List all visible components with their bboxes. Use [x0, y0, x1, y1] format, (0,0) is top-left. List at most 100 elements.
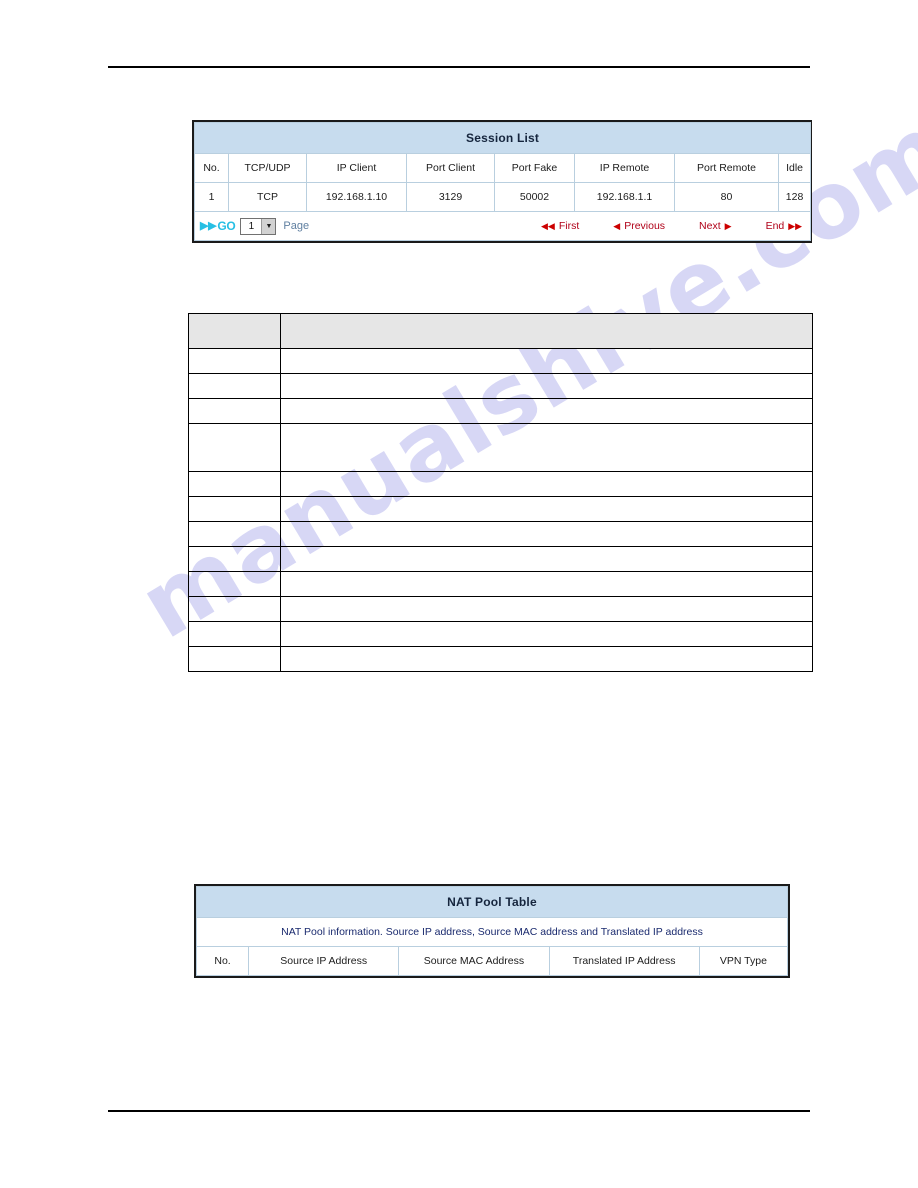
triangle-right-icon: ▶: [724, 220, 732, 231]
spec-description: [280, 546, 813, 572]
go-button[interactable]: ▶▶ GO: [200, 219, 236, 233]
session-list-table: Session List No. TCP/UDP IP Client Port …: [193, 122, 812, 241]
pager: ▶▶ GO 1 ▼ Page ◀◀ First ◀ Previous Next …: [196, 213, 810, 240]
page-label: Page: [283, 220, 310, 232]
nat-pool-title: NAT Pool Table: [196, 886, 788, 918]
column-header-translated-ip-address: Translated IP Address: [548, 946, 700, 976]
cell-port-client: 3129: [406, 182, 495, 212]
nat-pool-table-panel: NAT Pool Table NAT Pool information. Sou…: [194, 884, 790, 978]
double-arrow-right-icon: ▶▶: [200, 219, 217, 232]
column-header-port-remote: Port Remote: [674, 153, 779, 183]
pager-left-group: ▶▶ GO 1 ▼ Page: [200, 217, 310, 235]
spec-description: [280, 423, 813, 472]
table-row: [188, 373, 813, 399]
table-row: [188, 621, 813, 647]
spec-term: [188, 596, 281, 622]
skip-to-end-icon: ▶▶: [788, 220, 803, 231]
session-list-title-row: Session List: [193, 122, 812, 154]
column-header-source-mac-address: Source MAC Address: [398, 946, 550, 976]
spec-description: [280, 521, 813, 547]
table-row: [188, 596, 813, 622]
table-row: [188, 348, 813, 374]
spec-term: [188, 571, 281, 597]
spec-term: [188, 373, 281, 399]
table-row: [188, 471, 813, 497]
end-page-link[interactable]: End ▶▶: [766, 219, 803, 233]
session-list-header-row: No. TCP/UDP IP Client Port Client Port F…: [194, 153, 812, 183]
table-row: [188, 423, 813, 472]
cell-idle: 128: [777, 182, 812, 212]
page-select[interactable]: 1 ▼: [240, 217, 277, 235]
cell-port-fake: 50002: [494, 182, 575, 212]
table-row: [188, 646, 813, 672]
cell-port-remote: 80: [674, 182, 779, 212]
spec-description: [280, 348, 813, 374]
table-row: [188, 496, 813, 522]
column-header-port-client: Port Client: [406, 153, 495, 183]
nat-pool-title-row: NAT Pool Table: [196, 886, 788, 918]
spec-description: [280, 373, 813, 399]
first-page-link[interactable]: ◀◀ First: [541, 219, 579, 233]
spec-header-description: [280, 313, 813, 349]
session-list-pager-row: ▶▶ GO 1 ▼ Page ◀◀ First ◀ Previous Next …: [193, 211, 812, 241]
nat-pool-header-row: No. Source IP Address Source MAC Address…: [195, 946, 789, 976]
page-footer-rule: [108, 1110, 810, 1112]
triangle-left-icon: ◀: [613, 220, 621, 231]
page-select-value: 1: [248, 220, 255, 232]
column-header-vpn-type: VPN Type: [698, 946, 789, 976]
session-list-title: Session List: [193, 122, 812, 154]
spec-term: [188, 521, 281, 547]
column-header-ip-client: IP Client: [306, 153, 407, 183]
skip-to-start-icon: ◀◀: [541, 220, 555, 231]
specification-table-wrapper: [188, 313, 813, 672]
cell-no: 1: [194, 182, 229, 212]
spec-term: [188, 546, 281, 572]
table-row: 1 TCP 192.168.1.10 3129 50002 192.168.1.…: [194, 182, 812, 212]
spec-term: [188, 348, 281, 374]
next-page-link[interactable]: Next ▶: [699, 219, 732, 233]
spec-description: [280, 646, 813, 672]
previous-page-link[interactable]: ◀ Previous: [613, 219, 665, 233]
cell-ip-client: 192.168.1.10: [306, 182, 407, 212]
table-row: [188, 571, 813, 597]
column-header-no: No.: [195, 946, 250, 976]
end-page-label: End: [765, 220, 785, 232]
column-header-source-ip-address: Source IP Address: [248, 946, 400, 976]
spec-term: [188, 423, 281, 472]
spec-term: [188, 646, 281, 672]
specification-table: [188, 313, 813, 672]
spec-term: [188, 496, 281, 522]
previous-page-label: Previous: [624, 220, 666, 232]
spec-description: [280, 496, 813, 522]
spec-term: [188, 398, 281, 424]
spec-description: [280, 398, 813, 424]
cell-tcp-udp: TCP: [228, 182, 307, 212]
table-row: [188, 521, 813, 547]
specification-header-row: [188, 313, 813, 349]
column-header-no: No.: [194, 153, 229, 183]
session-list-panel: Session List No. TCP/UDP IP Client Port …: [192, 120, 812, 243]
spec-term: [188, 621, 281, 647]
chevron-down-icon: ▼: [261, 218, 276, 234]
page-header-rule: [108, 66, 810, 68]
nat-pool-description-row: NAT Pool information. Source IP address,…: [196, 917, 788, 947]
spec-description: [280, 571, 813, 597]
nat-pool-description: NAT Pool information. Source IP address,…: [196, 917, 788, 947]
spec-description: [280, 596, 813, 622]
column-header-ip-remote: IP Remote: [574, 153, 675, 183]
column-header-port-fake: Port Fake: [494, 153, 575, 183]
pager-right-group: ◀◀ First ◀ Previous Next ▶ End ▶▶: [541, 219, 804, 233]
spec-header-term: [188, 313, 281, 349]
spec-description: [280, 621, 813, 647]
column-header-tcp-udp: TCP/UDP: [228, 153, 307, 183]
column-header-idle: Idle: [777, 153, 812, 183]
table-row: [188, 546, 813, 572]
first-page-label: First: [558, 220, 580, 232]
next-page-label: Next: [699, 220, 721, 232]
nat-pool-table: NAT Pool Table NAT Pool information. Sou…: [195, 886, 789, 976]
cell-ip-remote: 192.168.1.1: [574, 182, 675, 212]
go-button-label: GO: [217, 219, 236, 233]
spec-description: [280, 471, 813, 497]
spec-term: [188, 471, 281, 497]
pager-cell: ▶▶ GO 1 ▼ Page ◀◀ First ◀ Previous Next …: [193, 211, 812, 241]
